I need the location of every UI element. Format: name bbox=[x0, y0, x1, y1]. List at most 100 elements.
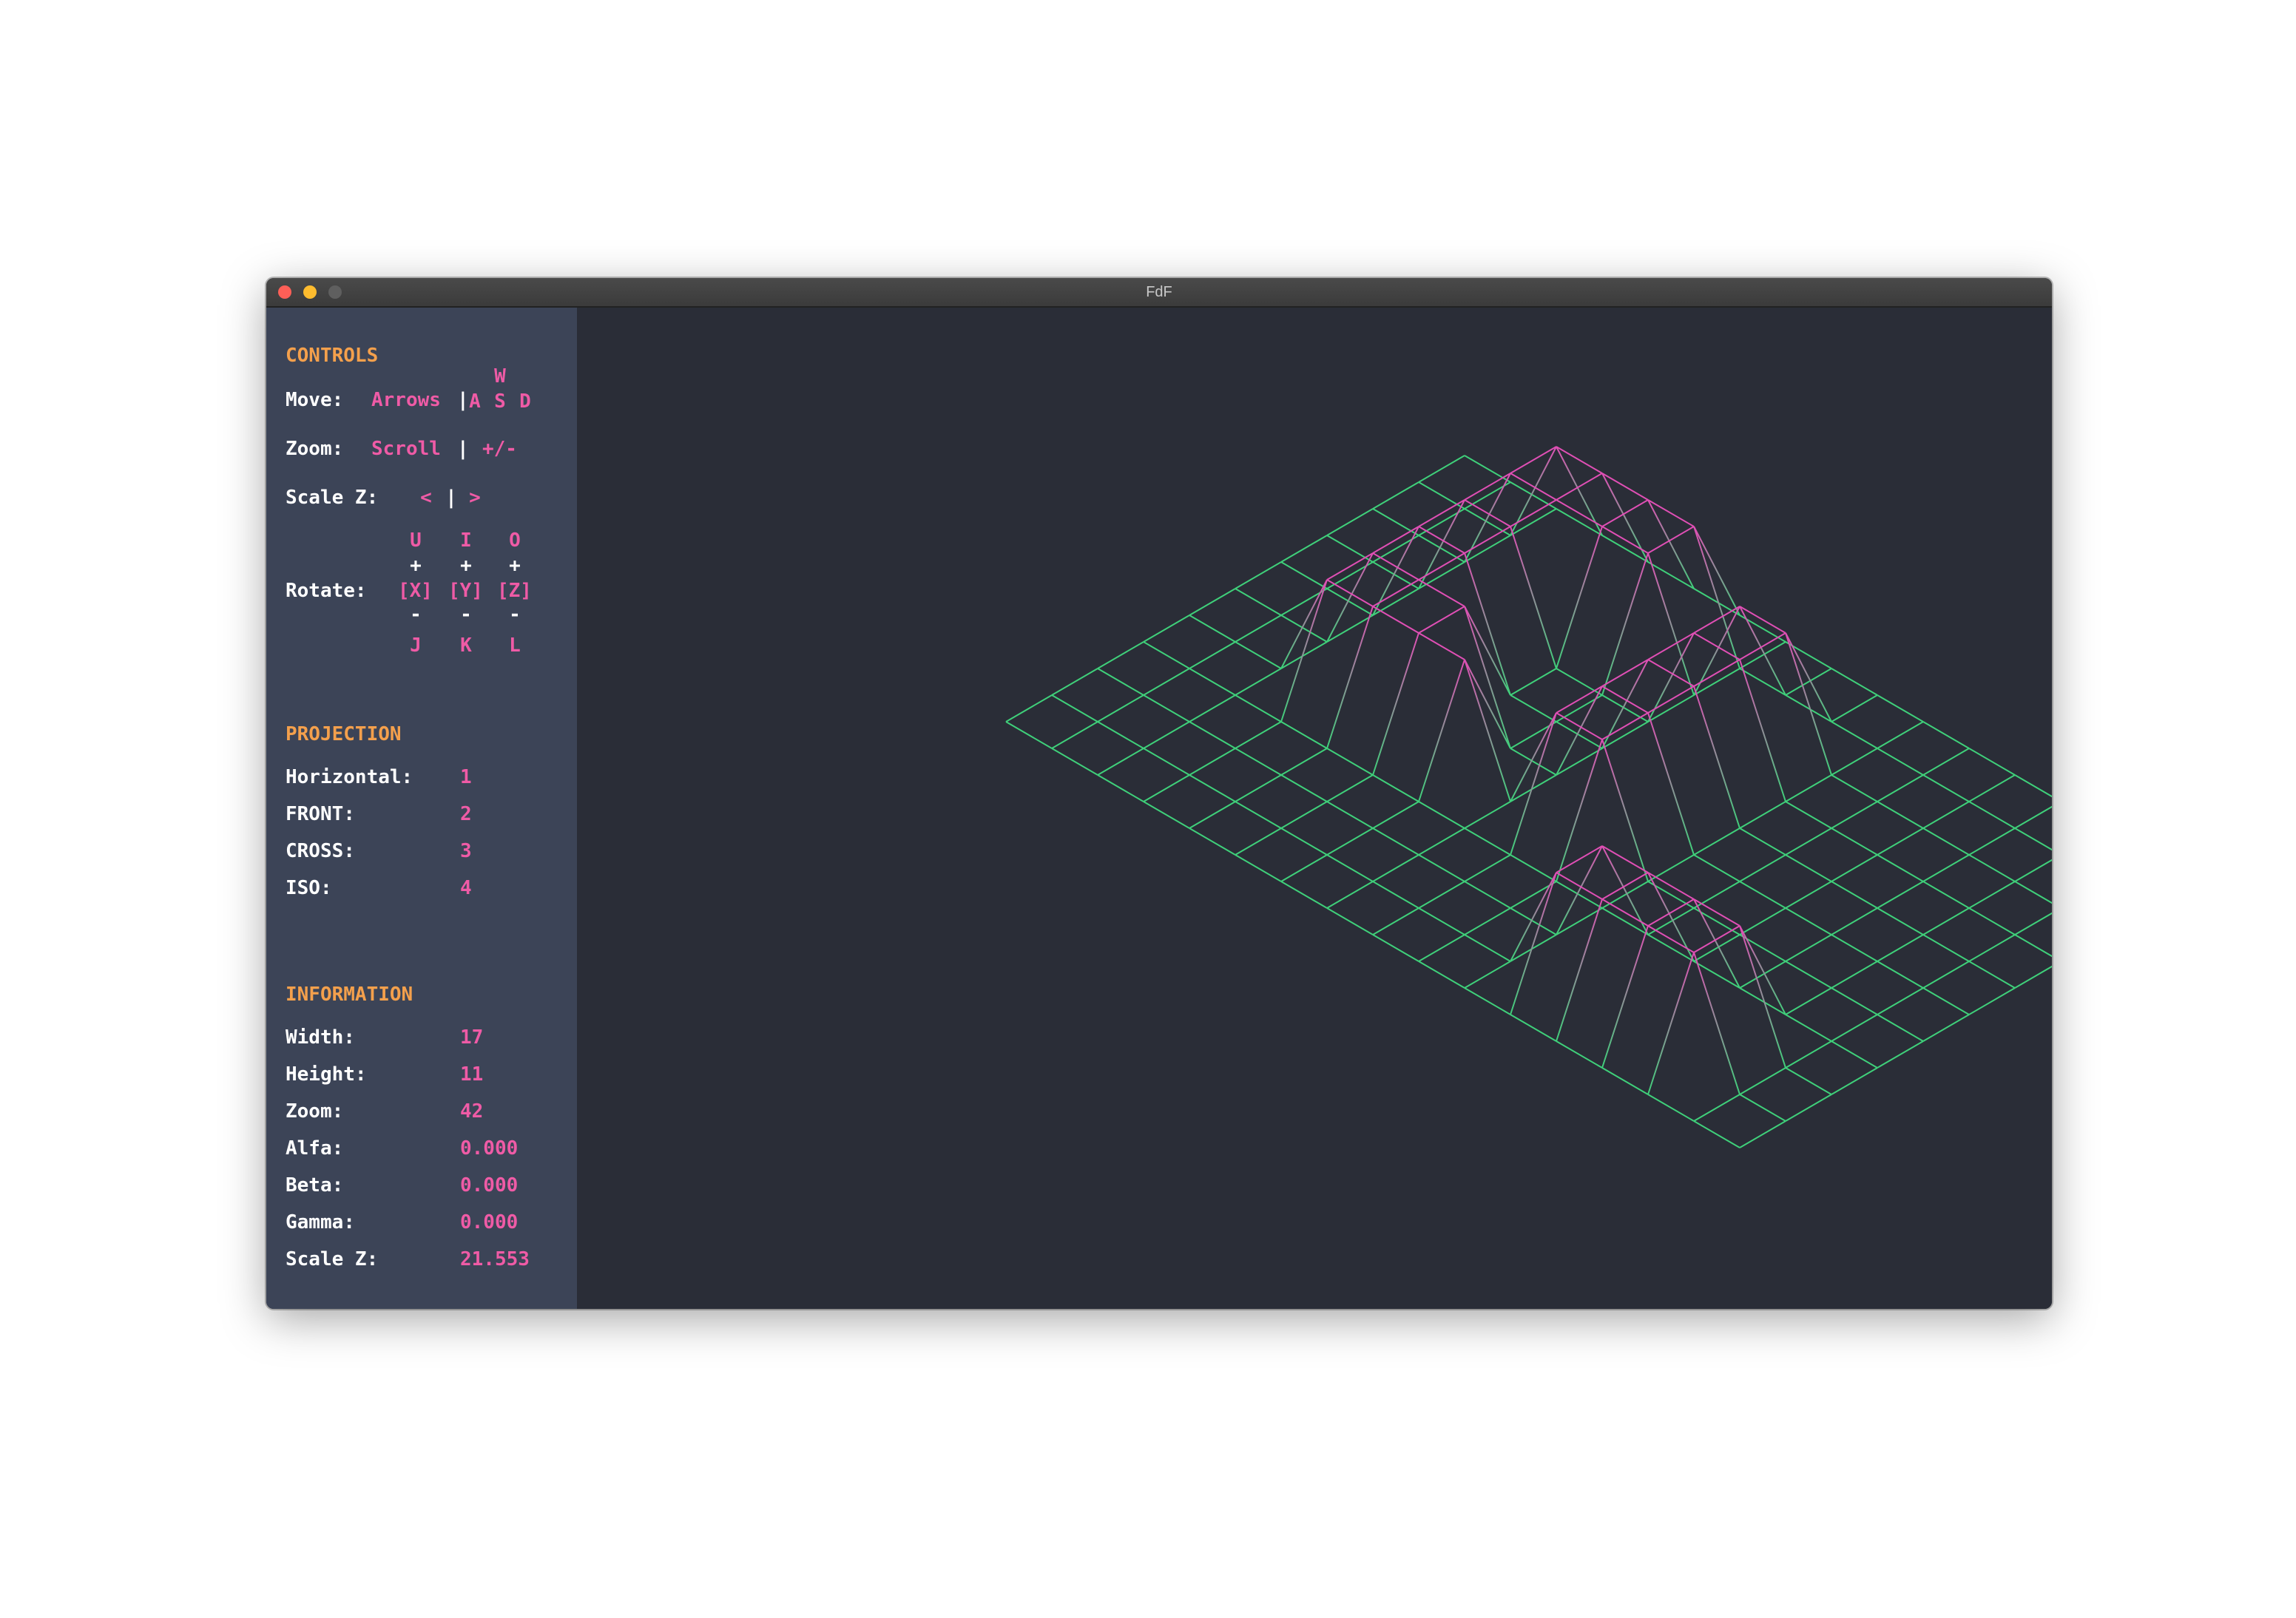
wireframe-edge bbox=[1280, 748, 1328, 776]
wireframe-edge bbox=[1418, 854, 1465, 882]
wireframe-edge bbox=[1877, 1014, 1924, 1042]
projection-iso-label: ISO: bbox=[286, 877, 332, 899]
wireframe-edge bbox=[1372, 508, 1419, 536]
wireframe-edge bbox=[1785, 961, 1832, 989]
wireframe-edge bbox=[1418, 606, 1465, 634]
wireframe-edge bbox=[1510, 526, 1557, 669]
wireframe-edge bbox=[1968, 774, 2016, 802]
wireframe-edge bbox=[1510, 1014, 1557, 1042]
wireframe-edge bbox=[1326, 801, 1374, 829]
wireframe-edge bbox=[1647, 854, 1695, 882]
wireframe-edge bbox=[1464, 907, 1511, 935]
wireframe-edge bbox=[1418, 579, 1465, 607]
wireframe-edge bbox=[1143, 748, 1190, 776]
wireframe-edge bbox=[1326, 907, 1374, 935]
wireframe-edge bbox=[1464, 455, 1511, 483]
wireframe-edge bbox=[1235, 668, 1282, 696]
rotate-label: Rotate: bbox=[286, 580, 367, 602]
wireframe-edge bbox=[1831, 854, 1878, 882]
wireframe-edge bbox=[1280, 881, 1328, 909]
wireframe-edge bbox=[1189, 668, 1236, 696]
wireframe-edge bbox=[1418, 659, 1465, 802]
info-alfa-label: Alfa: bbox=[286, 1137, 344, 1160]
wireframe-edge bbox=[1326, 854, 1374, 882]
wireframe-edge bbox=[1280, 535, 1328, 563]
wireframe-edge bbox=[1922, 934, 1970, 962]
move-label: Move: bbox=[286, 389, 344, 411]
wireframe-edge bbox=[1693, 526, 1740, 669]
wireframe-edge bbox=[1556, 668, 1603, 696]
wireframe-edge bbox=[1051, 694, 1098, 722]
projection-horizontal-label: Horizontal: bbox=[286, 766, 413, 788]
wireframe-edge bbox=[1968, 748, 2016, 776]
wireframe-edge bbox=[1877, 854, 1924, 882]
title-bar[interactable]: FdF bbox=[266, 278, 2052, 308]
wireframe-edge bbox=[1556, 473, 1603, 501]
wireframe-edge bbox=[1968, 907, 2016, 935]
wireframe-edge bbox=[1280, 561, 1328, 589]
wireframe-edge bbox=[1051, 668, 1098, 696]
zoom-separator: | bbox=[457, 438, 469, 460]
wireframe-edge bbox=[1372, 606, 1419, 634]
wireframe-edge bbox=[1785, 632, 1832, 776]
wireframe-edge bbox=[1922, 907, 1970, 935]
wireframe-edge bbox=[1510, 668, 1557, 696]
wireframe-edge bbox=[1785, 801, 1832, 829]
wireframe-edge bbox=[1464, 827, 1511, 856]
wireframe-edge bbox=[1418, 961, 1465, 989]
wireframe-edge bbox=[1418, 827, 1465, 856]
wireframe-edge bbox=[1877, 694, 1924, 722]
wireframe-edge bbox=[1418, 481, 1465, 510]
zoom-label: Zoom: bbox=[286, 438, 344, 460]
wireframe-edge bbox=[1831, 987, 1878, 1015]
wireframe-edge bbox=[1785, 668, 1832, 696]
wireframe-edge bbox=[1097, 748, 1144, 776]
wireframe-edge bbox=[1922, 721, 1970, 749]
wireframe-edge bbox=[1097, 668, 1144, 696]
info-width-label: Width: bbox=[286, 1026, 355, 1049]
wireframe-edge bbox=[1097, 721, 1144, 749]
wireframe-edge bbox=[1235, 774, 1282, 802]
scale-z-increase-key: > bbox=[469, 487, 481, 509]
window-title: FdF bbox=[1146, 284, 1172, 300]
wireframe-edge bbox=[1005, 721, 1053, 749]
wireframe-edge bbox=[1739, 854, 1786, 882]
wireframe-edge bbox=[1280, 615, 1328, 643]
rotate-z-up-key: O bbox=[509, 529, 521, 552]
wireframe-edge bbox=[1464, 801, 1511, 829]
wireframe-edge bbox=[1785, 907, 1832, 935]
info-height-label: Height: bbox=[286, 1063, 367, 1086]
zoom-keys: +/- bbox=[482, 438, 517, 460]
wireframe-edge bbox=[1143, 668, 1190, 696]
wireframe-edge bbox=[1189, 801, 1236, 829]
projection-cross-label: CROSS: bbox=[286, 840, 355, 862]
zoom-scroll-value: Scroll bbox=[371, 438, 441, 460]
wireframe-edge bbox=[1143, 694, 1190, 722]
wireframe-edge bbox=[1831, 907, 1878, 935]
rotate-y-axis: [Y] bbox=[448, 580, 483, 602]
wireframe-edge bbox=[1235, 588, 1282, 616]
wireframe-edge bbox=[1877, 907, 1924, 935]
wireframe-edge bbox=[1280, 774, 1328, 802]
wireframe-edge bbox=[1922, 801, 1970, 829]
projection-horizontal-key: 1 bbox=[460, 766, 472, 788]
wireframe-canvas[interactable] bbox=[577, 308, 2052, 1309]
info-scale-z-value: 21.553 bbox=[460, 1248, 530, 1270]
wireframe-edge bbox=[1922, 987, 1970, 1015]
wireframe-edge bbox=[2014, 827, 2052, 851]
wireframe-edge bbox=[1785, 934, 1832, 962]
rotate-x-up-key: U bbox=[410, 529, 422, 552]
wireframe-edge bbox=[1968, 881, 2016, 909]
controls-header: CONTROLS bbox=[286, 345, 379, 367]
wireframe-edge bbox=[2014, 774, 2052, 798]
information-header: INFORMATION bbox=[286, 984, 413, 1006]
wireframe-edge bbox=[1831, 827, 1878, 856]
wireframe-edge bbox=[1510, 872, 1557, 1015]
wireframe-edge bbox=[1189, 694, 1236, 722]
wireframe-edge bbox=[1235, 615, 1282, 643]
rotate-y-minus: - bbox=[460, 603, 472, 626]
wireframe-edge bbox=[1831, 1040, 1878, 1069]
wireframe-edge bbox=[1326, 535, 1374, 563]
sidebar-panel: CONTROLS Move: Arrows | W A S D Zoom: Sc… bbox=[266, 308, 577, 1309]
wireframe-edge bbox=[1372, 854, 1419, 882]
